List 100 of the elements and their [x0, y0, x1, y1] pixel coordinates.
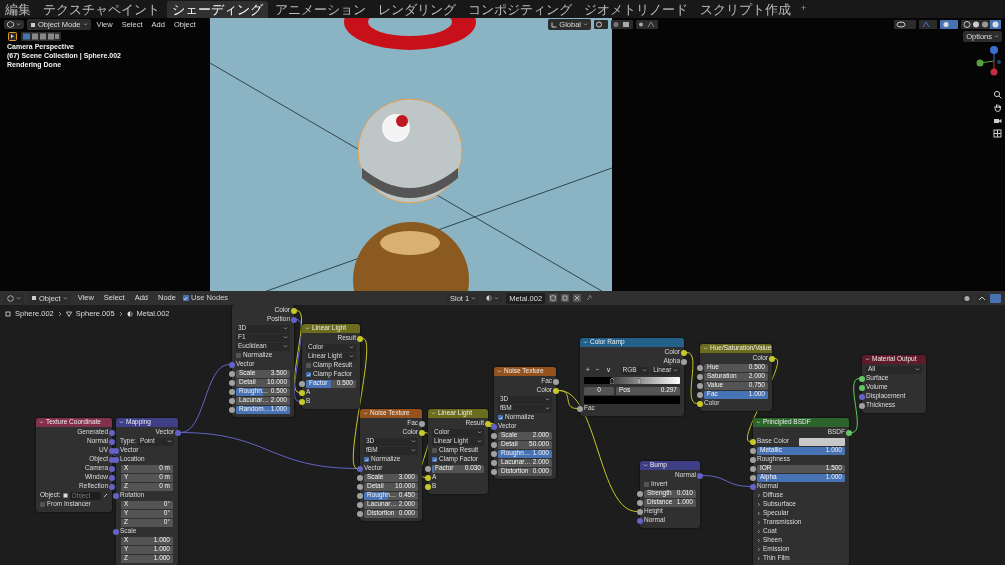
socket-dot[interactable]: [769, 355, 775, 362]
socket-dot[interactable]: [697, 364, 703, 371]
hand-icon[interactable]: [993, 103, 1002, 112]
camera-icon[interactable]: [993, 116, 1002, 125]
zoom-icon[interactable]: [993, 90, 1002, 99]
socket-dot[interactable]: [681, 358, 687, 365]
workspace-tab[interactable]: アニメーション: [270, 0, 371, 18]
socket-dot[interactable]: [113, 456, 119, 463]
socket-dot[interactable]: [750, 474, 756, 481]
socket-dot[interactable]: [491, 432, 497, 439]
socket-dot[interactable]: [750, 447, 756, 454]
socket-dot[interactable]: [750, 483, 756, 490]
socket-dot[interactable]: [750, 465, 756, 472]
collapse-chevron-icon: [119, 420, 124, 425]
workspace-tab[interactable]: ジオメトリノード: [579, 0, 693, 18]
socket-dot[interactable]: [229, 379, 235, 386]
socket-dot[interactable]: [425, 465, 431, 472]
socket-dot[interactable]: [491, 459, 497, 466]
socket-dot[interactable]: [681, 349, 687, 356]
overlay-icon[interactable]: [940, 20, 958, 29]
socket-dot[interactable]: [750, 438, 756, 445]
socket-dot[interactable]: [419, 429, 425, 436]
socket-dot[interactable]: [859, 402, 865, 409]
socket-dot[interactable]: [419, 420, 425, 427]
socket-dot[interactable]: [109, 483, 115, 490]
editor-type-button[interactable]: [4, 20, 24, 29]
stop-marker-icon[interactable]: [636, 378, 641, 384]
visibility-icon[interactable]: [894, 20, 916, 29]
socket-dot[interactable]: [491, 468, 497, 475]
socket-dot[interactable]: [109, 438, 115, 445]
selection-mode-icon[interactable]: [21, 32, 61, 41]
socket-dot[interactable]: [109, 429, 115, 436]
socket-dot[interactable]: [697, 382, 703, 389]
material-browse-button[interactable]: [483, 294, 503, 302]
socket-dot[interactable]: [299, 398, 305, 405]
editor-type-button[interactable]: [4, 293, 24, 303]
socket-dot[interactable]: [291, 316, 297, 323]
add-workspace-button[interactable]: +: [798, 2, 810, 16]
socket-dot[interactable]: [109, 465, 115, 472]
socket-dot[interactable]: [750, 456, 756, 463]
socket-dot[interactable]: [175, 429, 181, 436]
select-cursor-icon[interactable]: [8, 32, 17, 41]
socket-dot[interactable]: [109, 474, 115, 481]
socket-dot[interactable]: [113, 447, 119, 454]
workspace-tab[interactable]: コンポジティング: [463, 0, 577, 18]
socket-dot[interactable]: [229, 361, 235, 368]
socket-dot[interactable]: [697, 391, 703, 398]
socket-dot[interactable]: [491, 450, 497, 457]
socket-dot[interactable]: [425, 474, 431, 481]
socket-dot[interactable]: [846, 429, 852, 436]
socket-dot[interactable]: [113, 528, 119, 535]
socket-dot[interactable]: [291, 307, 297, 314]
socket-dot[interactable]: [485, 420, 491, 427]
socket-dot[interactable]: [229, 397, 235, 404]
shading-mode-icon[interactable]: [961, 20, 1001, 29]
pin-icon[interactable]: [585, 294, 594, 302]
workspace-tab[interactable]: 編集: [0, 0, 36, 18]
color-swatch[interactable]: [799, 437, 845, 446]
socket-dot[interactable]: [859, 375, 865, 382]
color-ramp-gradient[interactable]: [584, 377, 680, 384]
socket-dot[interactable]: [577, 405, 583, 412]
workspace-tab[interactable]: スクリプト作成: [695, 0, 796, 18]
socket-dot[interactable]: [299, 389, 305, 396]
socket-dot[interactable]: [637, 490, 643, 497]
socket-dot[interactable]: [357, 474, 363, 481]
socket-dot[interactable]: [425, 483, 431, 490]
socket-dot[interactable]: [357, 510, 363, 517]
socket-dot[interactable]: [357, 492, 363, 499]
socket-dot[interactable]: [113, 492, 119, 499]
socket-dot[interactable]: [357, 501, 363, 508]
view-options-icon[interactable]: [961, 293, 1001, 303]
socket-dot[interactable]: [357, 483, 363, 490]
axes-icon: [551, 21, 558, 28]
collapse-chevron-icon: [431, 411, 436, 416]
socket-dot[interactable]: [553, 387, 559, 394]
socket-dot[interactable]: [229, 406, 235, 413]
socket-dot[interactable]: [859, 384, 865, 391]
socket-dot[interactable]: [357, 335, 363, 342]
socket-dot[interactable]: [697, 472, 703, 479]
socket-dot[interactable]: [299, 380, 305, 387]
socket-dot[interactable]: [697, 400, 703, 407]
socket-dot[interactable]: [553, 378, 559, 385]
socket-dot[interactable]: [637, 499, 643, 506]
workspace-tab[interactable]: シェーディング: [167, 0, 268, 18]
grid-icon[interactable]: [993, 129, 1002, 138]
socket-dot[interactable]: [229, 370, 235, 377]
socket-dot[interactable]: [491, 441, 497, 448]
eyedropper-icon[interactable]: [103, 493, 108, 498]
socket-dot[interactable]: [697, 373, 703, 380]
workspace-tab[interactable]: レンダリング: [373, 0, 461, 18]
socket-dot[interactable]: [637, 517, 643, 524]
socket-dot[interactable]: [859, 393, 865, 400]
color-swatch[interactable]: [584, 395, 680, 404]
workspace-tab[interactable]: テクスチャペイント: [38, 0, 165, 18]
socket-dot[interactable]: [357, 465, 363, 472]
socket-dot[interactable]: [229, 388, 235, 395]
socket-dot[interactable]: [491, 423, 497, 430]
socket-dot[interactable]: [637, 508, 643, 515]
close-icon[interactable]: [573, 294, 582, 302]
duplicate-icon[interactable]: [561, 294, 570, 302]
